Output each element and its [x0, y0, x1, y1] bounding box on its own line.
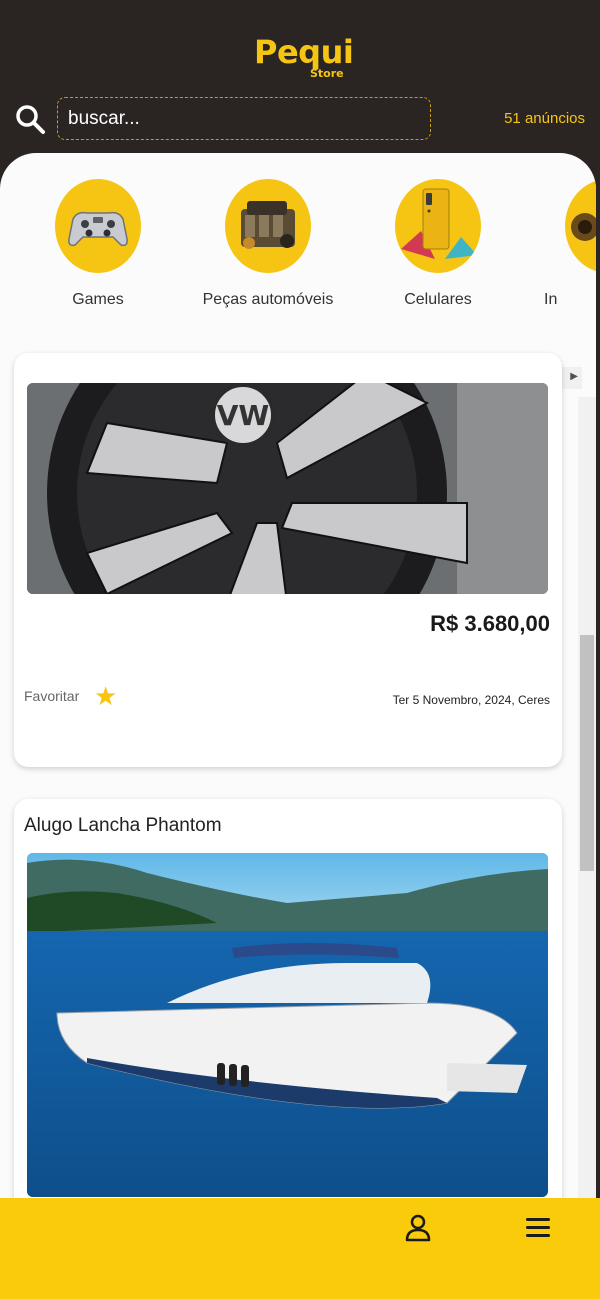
content-panel: Games Peças automóveis Celulares In ▶ VW…: [0, 153, 596, 1299]
category-cellphones[interactable]: Celulares: [353, 179, 523, 309]
favorite-label[interactable]: Favoritar: [24, 688, 79, 704]
category-label: In: [544, 291, 558, 308]
listing-date-location: Ter 5 Novembro, 2024, Ceres: [392, 693, 550, 707]
car-wheel-image[interactable]: VW: [27, 383, 548, 594]
category-partial[interactable]: In: [523, 179, 596, 309]
pequi-store-logo[interactable]: Pequi Store: [254, 33, 354, 82]
category-label: Celulares: [404, 291, 472, 308]
bottom-navigation: [0, 1198, 600, 1299]
category-label: Peças automóveis: [202, 291, 334, 308]
speedboat-image[interactable]: [27, 853, 548, 1197]
user-icon[interactable]: [404, 1214, 432, 1242]
gamepad-icon: [55, 179, 141, 273]
engine-icon: [225, 179, 311, 273]
favorite-star-icon[interactable]: ★: [94, 683, 117, 709]
category-label: Games: [72, 291, 124, 308]
scrollbar-thumb[interactable]: [580, 635, 594, 871]
category-icon: [565, 179, 596, 273]
search-icon[interactable]: [14, 103, 46, 135]
category-auto-parts[interactable]: Peças automóveis: [183, 179, 353, 309]
listing-card[interactable]: VW R$ 3.680,00 Favoritar ★ Ter 5 Novembr…: [14, 353, 562, 767]
menu-icon[interactable]: [524, 1216, 552, 1240]
ad-count: 51 anúncios: [504, 110, 585, 127]
category-games[interactable]: Games: [13, 179, 183, 309]
logo-subtext: Store: [310, 67, 344, 80]
smartphone-icon: [395, 179, 481, 273]
app-header: Pequi Store 51 anúncios: [0, 0, 600, 160]
scroll-right-arrow-icon[interactable]: ▶: [570, 371, 578, 382]
search-input[interactable]: [66, 98, 420, 140]
vertical-scrollbar[interactable]: [578, 397, 596, 1199]
logo-text: Pequi: [254, 33, 354, 71]
search-field[interactable]: [57, 97, 431, 140]
svg-text:VW: VW: [217, 399, 270, 432]
listing-price: R$ 3.680,00: [430, 611, 550, 636]
listing-title[interactable]: Alugo Lancha Phantom: [24, 815, 222, 837]
